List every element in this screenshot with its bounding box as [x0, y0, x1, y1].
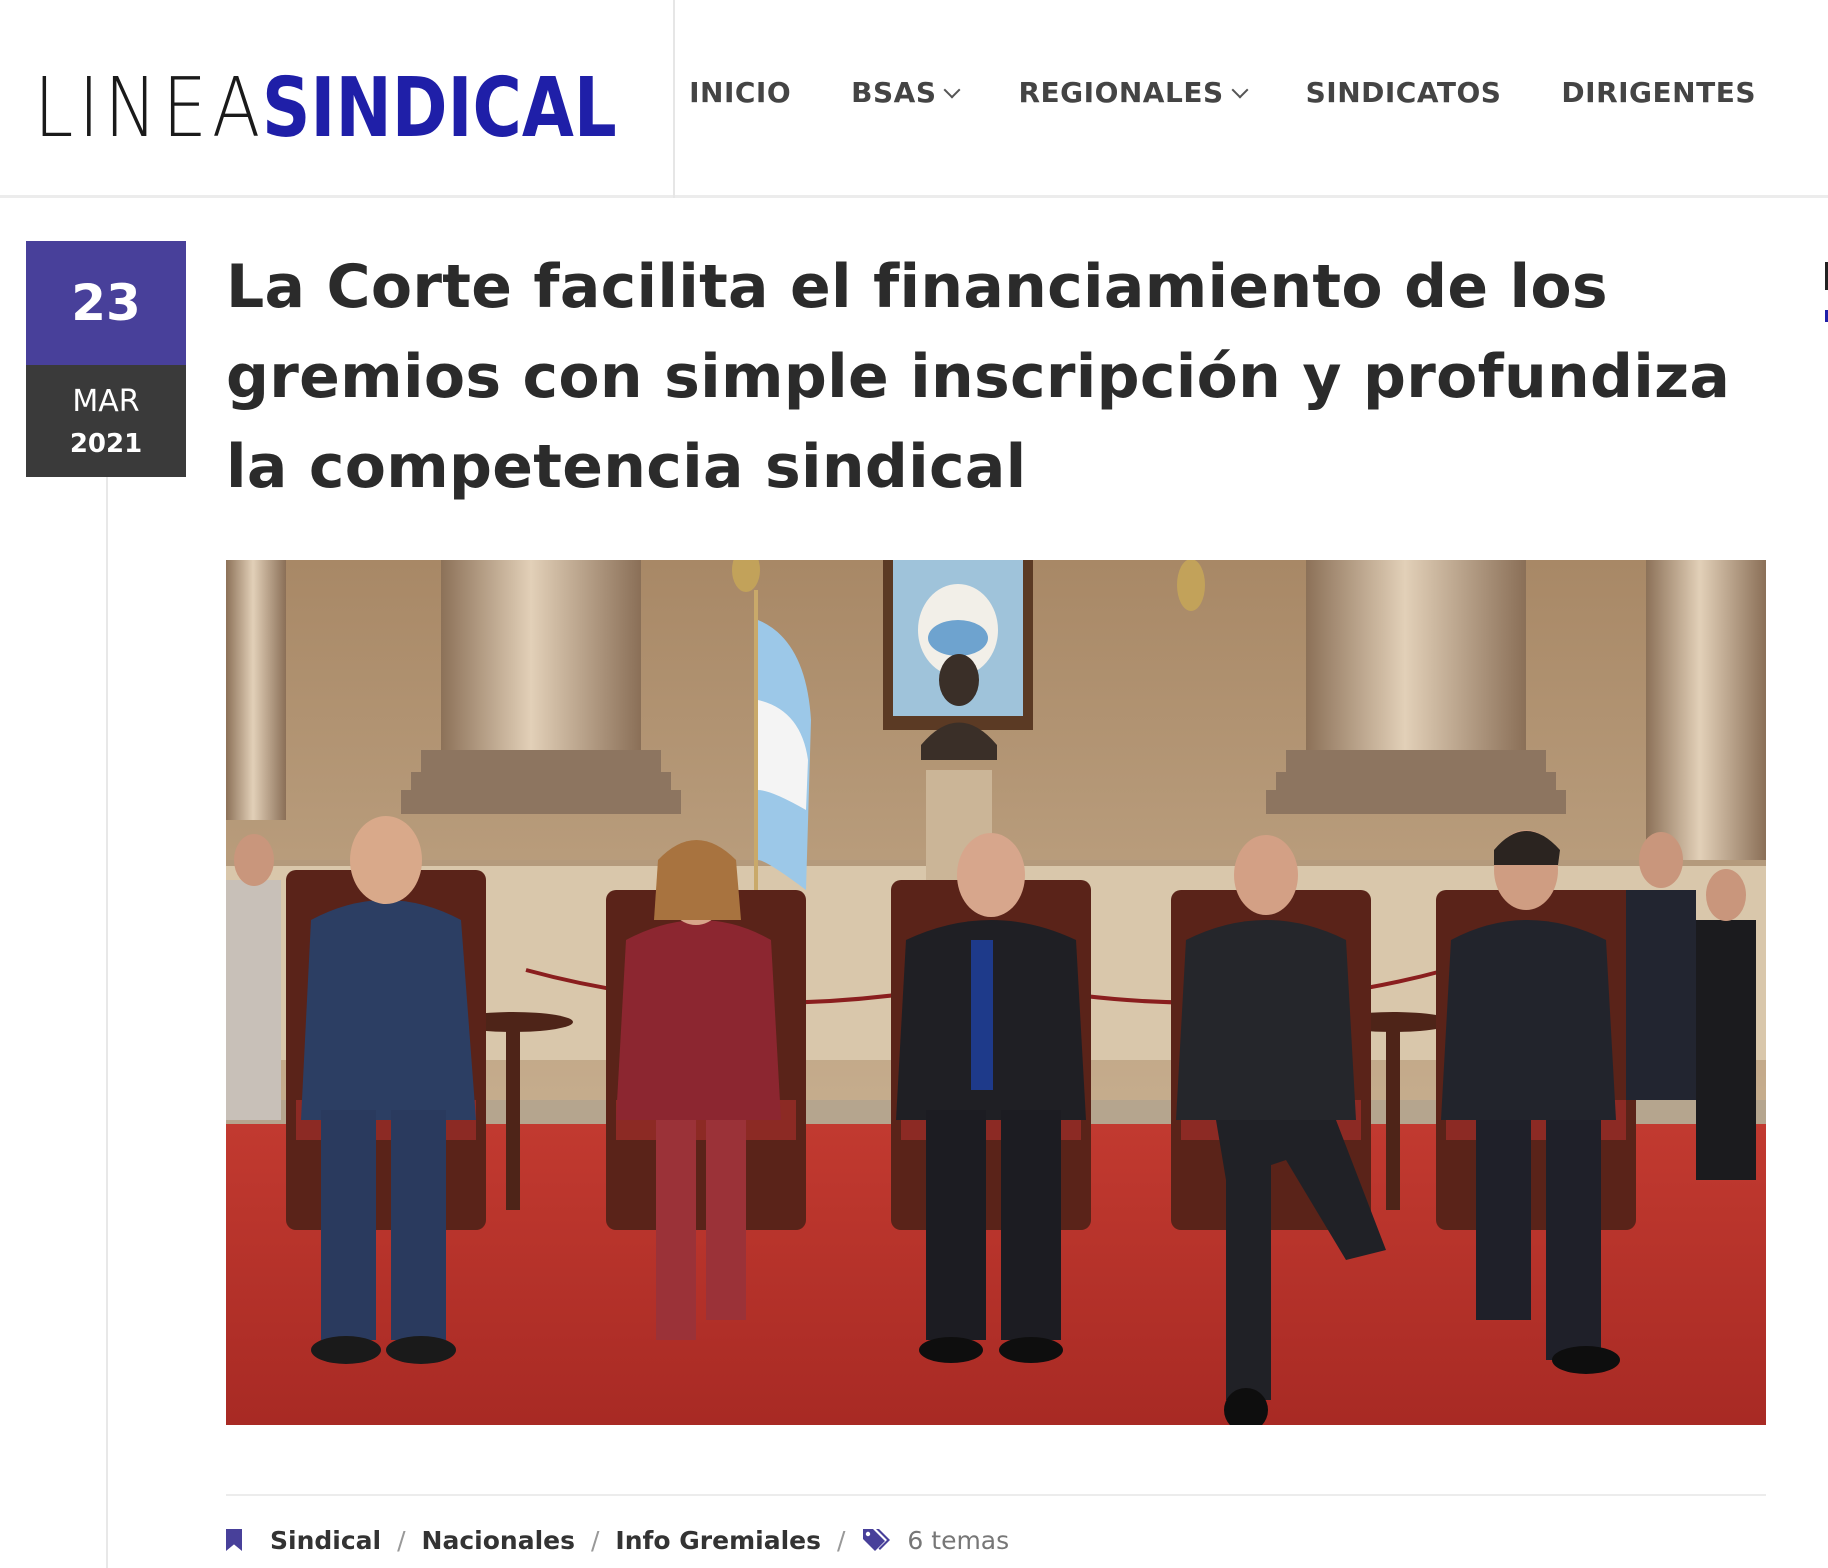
logo-container: LINEA SINDICAL — [0, 0, 675, 198]
post-date-month: MAR — [72, 383, 140, 419]
site-logo[interactable]: LINEA SINDICAL — [34, 58, 695, 158]
nav-item-dirigentes[interactable]: DIRIGENTES — [1561, 76, 1756, 109]
site-header: LINEA SINDICAL INICIO BSAS REGIONALES SI… — [0, 0, 1828, 198]
tags-count-link[interactable]: 6 temas — [907, 1526, 1009, 1555]
chevron-down-icon — [1231, 81, 1249, 98]
meta-divider — [226, 1494, 1766, 1496]
post-date-bottom: MAR 2021 — [26, 365, 186, 477]
category-link-nacionales[interactable]: Nacionales — [422, 1526, 575, 1555]
bookmark-icon — [226, 1529, 242, 1551]
meta-separator: / — [836, 1525, 846, 1555]
tags-icon — [861, 1527, 891, 1553]
nav-item-regionales[interactable]: REGIONALES — [1018, 76, 1249, 109]
nav-item-label: REGIONALES — [1018, 76, 1224, 109]
nav-item-label: DIRIGENTES — [1561, 76, 1756, 109]
post-date-year: 2021 — [69, 428, 143, 459]
nav-item-label: SINDICATOS — [1305, 76, 1502, 109]
post-date-day: 23 — [26, 241, 186, 365]
category-link-info-gremiales[interactable]: Info Gremiales — [615, 1526, 821, 1555]
timeline-line — [106, 477, 108, 1568]
logo-text-light: LINEA — [34, 60, 266, 156]
meta-separator: / — [397, 1525, 406, 1555]
photo-court-justices-icon — [226, 560, 1766, 1425]
nav-item-label: BSAS — [851, 76, 937, 109]
post-title[interactable]: La Corte facilita el financiamiento de l… — [226, 242, 1786, 512]
meta-separator: / — [590, 1525, 600, 1555]
nav-item-sindicatos[interactable]: SINDICATOS — [1306, 76, 1502, 109]
logo-text-bold: SINDICAL — [262, 60, 617, 156]
post-date-badge: 23 MAR 2021 — [26, 241, 186, 477]
nav-item-label: INICIO — [689, 76, 792, 109]
category-link-sindical[interactable]: Sindical — [270, 1526, 381, 1555]
nav-item-bsas[interactable]: BSAS — [851, 76, 961, 109]
post-featured-image[interactable] — [226, 560, 1766, 1425]
chevron-down-icon — [943, 81, 961, 98]
post-meta: Sindical / Nacionales / Info Gremiales /… — [226, 1520, 1009, 1560]
nav-item-inicio[interactable]: INICIO — [689, 76, 791, 109]
main-nav: INICIO BSAS REGIONALES SINDICATOS DIRIGE… — [689, 76, 1756, 109]
